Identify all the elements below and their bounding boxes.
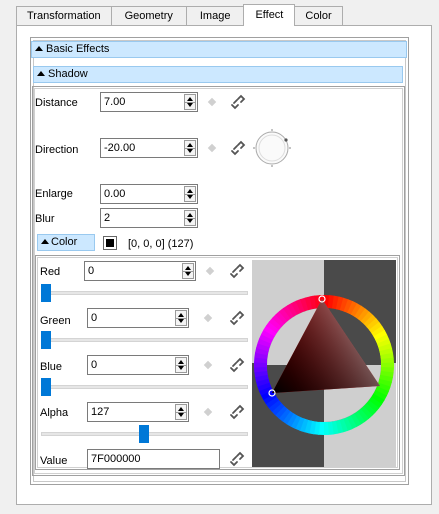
red-spinbox[interactable]: 0 bbox=[84, 261, 196, 281]
link-icon[interactable] bbox=[228, 356, 246, 374]
spin-arrows[interactable] bbox=[184, 210, 196, 226]
distance-spinbox[interactable]: 7.00 bbox=[100, 92, 198, 112]
blur-value: 2 bbox=[104, 212, 111, 224]
red-value: 0 bbox=[88, 265, 95, 277]
color-wheel[interactable] bbox=[252, 260, 396, 467]
spin-arrows[interactable] bbox=[184, 94, 196, 110]
alpha-value: 127 bbox=[91, 406, 110, 418]
tab-color[interactable]: Color bbox=[295, 6, 343, 25]
color-label: Color bbox=[51, 236, 78, 248]
hex-label: Value bbox=[40, 455, 68, 467]
color-summary: [0, 0, 0] (127) bbox=[128, 238, 194, 250]
color-swatch[interactable] bbox=[103, 236, 117, 250]
link-icon[interactable] bbox=[228, 450, 246, 468]
alpha-slider-thumb[interactable] bbox=[139, 425, 150, 443]
link-icon[interactable] bbox=[228, 262, 246, 280]
red-slider-track[interactable] bbox=[41, 291, 248, 295]
green-spinbox[interactable]: 0 bbox=[87, 308, 189, 328]
spin-arrows[interactable] bbox=[182, 263, 194, 279]
red-label: Red bbox=[40, 266, 61, 278]
link-icon[interactable] bbox=[228, 309, 246, 327]
direction-dial-icon[interactable] bbox=[252, 128, 292, 168]
tab-geometry[interactable]: Geometry bbox=[110, 6, 186, 25]
green-label: Green bbox=[40, 315, 71, 327]
basic-effects-label: Basic Effects bbox=[46, 43, 110, 55]
red-slider-thumb[interactable] bbox=[41, 284, 51, 302]
link-icon[interactable] bbox=[228, 403, 246, 421]
alpha-spinbox[interactable]: 127 bbox=[87, 402, 189, 422]
direction-value: -20.00 bbox=[104, 142, 136, 154]
direction-spinbox[interactable]: -20.00 bbox=[100, 138, 198, 158]
green-slider-track[interactable] bbox=[41, 338, 248, 342]
shadow-header[interactable]: Shadow bbox=[33, 66, 403, 83]
enlarge-label: Enlarge bbox=[35, 188, 73, 200]
blur-spinbox[interactable]: 2 bbox=[100, 208, 198, 228]
distance-value: 7.00 bbox=[104, 96, 126, 108]
spin-arrows[interactable] bbox=[175, 404, 187, 420]
blue-value: 0 bbox=[91, 359, 98, 371]
alpha-label: Alpha bbox=[40, 407, 69, 419]
collapse-triangle-icon bbox=[37, 71, 45, 76]
shadow-label: Shadow bbox=[48, 68, 88, 80]
tab-image[interactable]: Image bbox=[185, 6, 244, 25]
blue-spinbox[interactable]: 0 bbox=[87, 355, 189, 375]
spin-arrows[interactable] bbox=[175, 310, 187, 326]
spin-arrows[interactable] bbox=[184, 186, 196, 202]
hex-value-field[interactable]: 7F000000 bbox=[87, 449, 220, 469]
blue-label: Blue bbox=[40, 361, 63, 373]
color-header-button[interactable]: Color bbox=[37, 234, 95, 251]
direction-label: Direction bbox=[35, 144, 79, 156]
blue-slider-track[interactable] bbox=[41, 385, 248, 389]
link-icon[interactable] bbox=[229, 139, 247, 157]
blur-label: Blur bbox=[35, 213, 55, 225]
tab-bar: Transformation Geometry Image Effect Col… bbox=[16, 4, 343, 26]
swatch-fill bbox=[106, 239, 114, 247]
hex-value: 7F000000 bbox=[91, 453, 141, 465]
collapse-triangle-icon bbox=[35, 46, 43, 51]
basic-effects-header[interactable]: Basic Effects bbox=[31, 41, 407, 58]
distance-label: Distance bbox=[35, 97, 78, 109]
spin-arrows[interactable] bbox=[184, 140, 196, 156]
enlarge-value: 0.00 bbox=[104, 188, 126, 200]
collapse-triangle-icon bbox=[41, 239, 49, 244]
tab-effect[interactable]: Effect bbox=[243, 4, 296, 26]
link-icon[interactable] bbox=[229, 93, 247, 111]
green-value: 0 bbox=[91, 312, 98, 324]
blue-slider-thumb[interactable] bbox=[41, 378, 51, 396]
enlarge-spinbox[interactable]: 0.00 bbox=[100, 184, 198, 204]
spin-arrows[interactable] bbox=[175, 357, 187, 373]
tab-transformation[interactable]: Transformation bbox=[16, 6, 111, 25]
green-slider-thumb[interactable] bbox=[41, 331, 51, 349]
